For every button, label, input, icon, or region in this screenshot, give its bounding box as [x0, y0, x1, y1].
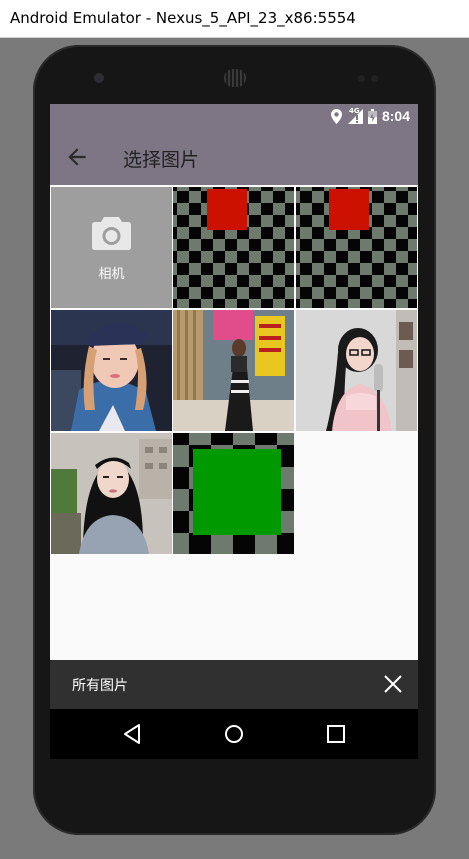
camera-icon: [92, 217, 131, 250]
image-checker-green[interactable]: [173, 433, 294, 554]
camera-tile[interactable]: 相机: [51, 187, 172, 308]
status-time: 8:04: [381, 108, 410, 124]
checker-thumbnail: [173, 187, 294, 308]
status-bar: 4G 8:04: [50, 104, 418, 128]
photo-thumbnail: [296, 310, 417, 431]
photo-thumbnail: [51, 433, 172, 554]
light-sensor: [371, 75, 378, 82]
album-selector-bar[interactable]: 所有图片: [50, 660, 418, 709]
photo-thumbnail: [173, 310, 294, 431]
phone-screen: 4G 8:04 选择图片 相机 所有图片: [50, 104, 418, 759]
image-checker-red-1[interactable]: [173, 187, 294, 308]
album-label[interactable]: 所有图片: [72, 675, 128, 695]
window-title: Android Emulator - Nexus_5_API_23_x86:55…: [10, 9, 356, 27]
arrow-back-icon[interactable]: [64, 144, 90, 170]
page-title: 选择图片: [123, 149, 200, 171]
system-nav-bar: [50, 709, 418, 759]
battery-icon: [367, 108, 377, 124]
back-triangle-icon[interactable]: [120, 721, 146, 747]
image-grid: 相机: [50, 185, 418, 660]
cell-signal-icon: 4G: [347, 107, 363, 124]
network-type: 4G: [348, 107, 360, 115]
checker-thumbnail: [296, 187, 417, 308]
close-icon[interactable]: [382, 673, 404, 695]
image-checker-red-2[interactable]: [296, 187, 417, 308]
recents-square-icon[interactable]: [323, 721, 349, 747]
image-photo-girl-outdoor[interactable]: [51, 433, 172, 554]
photo-thumbnail: [51, 310, 172, 431]
front-camera: [94, 73, 104, 83]
home-circle-icon[interactable]: [221, 721, 247, 747]
image-photo-street[interactable]: [173, 310, 294, 431]
window-titlebar: Android Emulator - Nexus_5_API_23_x86:55…: [0, 0, 469, 38]
app-bar: 选择图片: [50, 128, 418, 185]
location-icon: [330, 108, 342, 124]
checker-thumbnail: [173, 433, 294, 554]
image-photo-girl-cap[interactable]: [51, 310, 172, 431]
earpiece-speaker: [224, 69, 246, 87]
image-photo-girl-mic[interactable]: [296, 310, 417, 431]
camera-label: 相机: [98, 267, 125, 282]
proximity-sensor: [358, 75, 365, 82]
